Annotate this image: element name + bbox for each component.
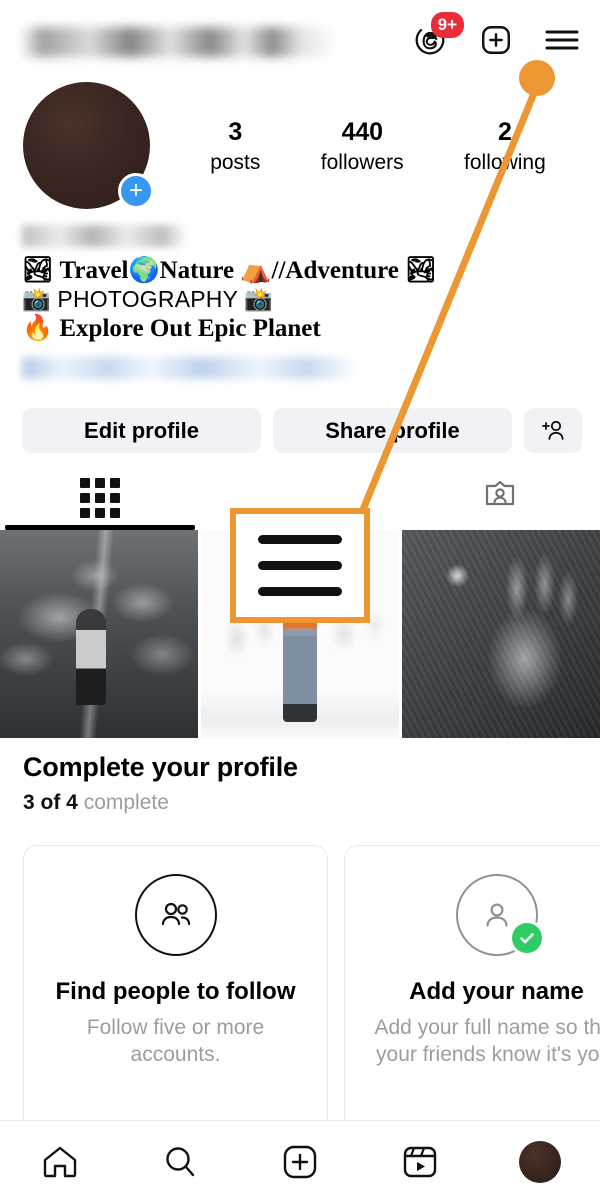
nav-create-button[interactable] [240, 1121, 360, 1203]
callout-hamburger-line [258, 561, 342, 570]
card-title: Find people to follow [56, 978, 296, 1006]
card-description: Follow five or more accounts. [40, 1014, 312, 1068]
bottom-navigation [0, 1120, 600, 1203]
share-profile-button[interactable]: Share profile [273, 408, 512, 453]
annotation-marker-dot [519, 60, 555, 96]
hamburger-menu-button[interactable] [542, 20, 582, 60]
reels-icon [400, 1143, 440, 1181]
home-icon [40, 1143, 80, 1181]
people-icon [155, 897, 197, 933]
grid-icon [80, 478, 120, 518]
person-icon-circle [456, 874, 538, 956]
following-label: following [464, 151, 546, 175]
bio-link-blurred[interactable] [22, 357, 357, 379]
nav-profile-button[interactable] [480, 1121, 600, 1203]
add-person-icon [539, 418, 567, 444]
tagged-icon [483, 478, 517, 510]
plus-square-icon [479, 23, 513, 57]
people-icon-circle [135, 874, 217, 956]
bio-line-3: 🔥 Explore Out Epic Planet [22, 314, 582, 343]
edit-profile-button[interactable]: Edit profile [22, 408, 261, 453]
posts-label: posts [210, 151, 260, 175]
annotation-callout-box [230, 508, 370, 623]
stats-row: 3 posts 440 followers 2 following [150, 82, 600, 175]
callout-hamburger-line [258, 587, 342, 596]
nav-home-button[interactable] [0, 1121, 120, 1203]
post-thumbnail[interactable] [0, 530, 198, 738]
progress-label: complete [84, 791, 169, 814]
callout-hamburger-line [258, 535, 342, 544]
bio-section: 🏞 Travel🌍Nature ⛺//Adventure 🏞 📸 PHOTOGR… [22, 225, 582, 379]
progress-count: 3 of 4 [23, 791, 78, 814]
stat-posts[interactable]: 3 posts [210, 118, 260, 175]
threads-badge: 9+ [431, 12, 464, 38]
following-count: 2 [464, 118, 546, 147]
new-post-button[interactable] [476, 20, 516, 60]
plus-square-icon [280, 1143, 320, 1181]
display-name-blurred [22, 225, 187, 247]
card-description: Add your full name so that your friends … [361, 1014, 600, 1068]
search-icon [160, 1143, 200, 1181]
profile-actions: Edit profile Share profile [22, 408, 582, 453]
top-bar: 9+ [0, 0, 600, 80]
avatar-icon [519, 1141, 561, 1183]
stat-followers[interactable]: 440 followers [321, 118, 404, 175]
nav-reels-button[interactable] [360, 1121, 480, 1203]
card-title: Add your name [409, 978, 584, 1006]
top-bar-actions: 9+ [410, 20, 582, 60]
hamburger-menu-icon [544, 25, 580, 55]
bio-line-1: 🏞 Travel🌍Nature ⛺//Adventure 🏞 [22, 256, 582, 285]
nav-search-button[interactable] [120, 1121, 240, 1203]
threads-button[interactable]: 9+ [410, 20, 450, 60]
post-thumbnail[interactable] [402, 530, 600, 738]
check-icon [517, 928, 537, 948]
followers-label: followers [321, 151, 404, 175]
stat-following[interactable]: 2 following [464, 118, 546, 175]
person-icon [478, 897, 516, 933]
bio-line-2: 📸 PHOTOGRAPHY 📸 [22, 285, 582, 314]
complete-profile-title: Complete your profile [23, 752, 600, 783]
completed-badge [509, 920, 545, 956]
tab-grid[interactable] [0, 472, 200, 530]
profile-header: + 3 posts 440 followers 2 following [0, 82, 600, 207]
tab-tagged[interactable] [400, 472, 600, 530]
avatar-wrapper[interactable]: + [23, 82, 150, 209]
username-title-blurred[interactable] [20, 27, 340, 57]
complete-profile-section: Complete your profile 3 of 4 complete [0, 752, 600, 815]
discover-people-button[interactable] [524, 408, 582, 453]
posts-count: 3 [210, 118, 260, 147]
followers-count: 440 [321, 118, 404, 147]
add-to-story-button[interactable]: + [118, 173, 154, 209]
complete-profile-progress: 3 of 4 complete [23, 791, 600, 815]
